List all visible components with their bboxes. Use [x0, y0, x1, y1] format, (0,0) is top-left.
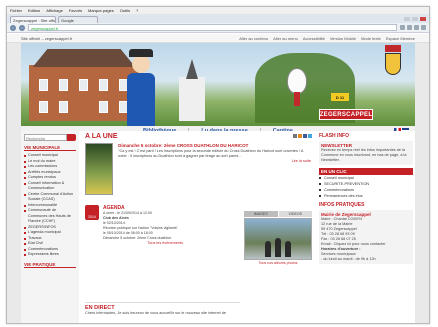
tab-images[interactable]: IMAGES [244, 211, 278, 217]
link-text-mode[interactable]: Mode texte [361, 36, 381, 41]
forward-icon[interactable]: › [19, 24, 25, 31]
flash-info-title: FLASH INFO [319, 133, 349, 139]
maximize-icon[interactable] [412, 17, 418, 21]
road-sign: D 11 [331, 93, 349, 101]
live-text: Chers Internautes, Je suis heureux de vo… [85, 311, 226, 315]
minimize-icon[interactable] [404, 17, 410, 21]
browser-toolbar-icons [400, 25, 426, 30]
menu-edit[interactable]: Edition [28, 8, 40, 13]
menu-file[interactable]: Fichier [10, 8, 22, 13]
menu-tools[interactable]: Outils [120, 8, 130, 13]
window-controls [404, 17, 429, 23]
sidebar-item[interactable]: Expressions libres [24, 252, 76, 258]
gear-icon[interactable] [421, 25, 426, 30]
article-title[interactable]: Dimanche 5 octobre: 2ème CROSS DUATHLON … [118, 143, 311, 148]
star-icon[interactable] [414, 25, 419, 30]
menu-favorites[interactable]: Favoris [69, 8, 82, 13]
media-tabs: IMAGES VIDEOS [244, 211, 312, 217]
header-banner: D 11 ZEGERSCAPPEL [21, 43, 415, 126]
all-albums-link[interactable]: Tous nos albums photos [244, 261, 312, 265]
live-section: EN DIRECT Chers Internautes, Je suis heu… [85, 302, 240, 316]
link-member-area[interactable]: Espace Membre [386, 36, 415, 41]
search-icon[interactable] [400, 25, 405, 30]
all-events-link[interactable]: Tous les événements [103, 241, 183, 245]
official-site-label: Site officiel – zegerscappel.fr [21, 35, 73, 41]
mairie-line: - du lundi au mardi : de 9h à 12h [321, 257, 376, 261]
browser-tab-site[interactable]: Zegerscappel : Site officiel [10, 16, 56, 23]
print-icon[interactable] [293, 134, 297, 138]
quick-link[interactable]: Permanences des élus [319, 193, 413, 199]
sidebar-title-practical: VIE PRATIQUE [24, 262, 76, 268]
sidebar-item[interactable]: Communauté de Communes des Hauts de Flan… [24, 208, 76, 225]
tab-videos[interactable]: VIDEOS [278, 211, 312, 217]
crest-banner [385, 45, 401, 52]
site-topbar: Site officiel – zegerscappel.fr Aller au… [7, 34, 429, 43]
article-excerpt: "Ca y est ! C'est parti ! Les inscriptio… [118, 149, 304, 158]
address-bar: ‹ › zegerscappel.fr [7, 23, 429, 33]
newsletter-box: NEWSLETTER Recevez en temps réel les inf… [319, 141, 413, 165]
link-accessibility[interactable]: Accessibilité [303, 36, 325, 41]
home-icon[interactable] [407, 25, 412, 30]
mairie-box: Mairie de Zegerscappel Maire : Chantal C… [319, 210, 413, 264]
menu-view[interactable]: Affichage [46, 8, 63, 13]
link-mobile[interactable]: Version Mobile [330, 36, 356, 41]
sidebar-item[interactable]: Conseil Information & Communication [24, 181, 76, 192]
photo-album-image[interactable] [244, 218, 312, 260]
headline-article: Dimanche 5 octobre: 2ème CROSS DUATHLON … [85, 143, 311, 195]
rss-icon[interactable] [298, 134, 302, 138]
read-more-link[interactable]: Lire la suite [118, 159, 311, 163]
url-input[interactable]: zegerscappel.fr [28, 24, 397, 31]
main-column: A LA UNE Dimanche 5 octobre: 2ème CROSS … [82, 131, 314, 323]
accessibility-links: Aller au contenu Aller au menu Accessibi… [239, 36, 415, 41]
headline-section-title: A LA UNE [85, 133, 118, 140]
left-sidebar: Recherche VIE MUNICIPALE Conseil municip… [21, 131, 79, 323]
church-image [179, 59, 205, 121]
coat-of-arms-icon[interactable] [385, 53, 401, 75]
page-content: Recherche VIE MUNICIPALE Conseil municip… [21, 131, 415, 323]
town-name-sign[interactable]: ZEGERSCAPPEL [319, 109, 373, 120]
media-widget: IMAGES VIDEOS Tous nos albums photos [244, 211, 312, 265]
menu-bookmarks[interactable]: Marque-pages [88, 8, 114, 13]
monitor-screen: Fichier Edition Affichage Favoris Marque… [6, 6, 430, 324]
facebook-icon[interactable] [303, 134, 307, 138]
twitter-icon[interactable] [308, 134, 312, 138]
share-icons [293, 134, 312, 138]
link-skip-menu[interactable]: Aller au menu [273, 36, 298, 41]
search-box: Recherche [24, 134, 76, 141]
mascot-image [283, 68, 311, 108]
back-icon[interactable]: ‹ [10, 24, 16, 31]
right-sidebar: FLASH INFO NEWSLETTER Recevez en temps r… [317, 131, 415, 323]
duathlon-poster-image[interactable] [85, 143, 114, 195]
search-input[interactable]: Recherche [24, 134, 67, 141]
browser-menubar: Fichier Edition Affichage Favoris Marque… [7, 7, 429, 14]
newsletter-text: Recevez en temps réel les infos importan… [321, 148, 407, 162]
browser-tabbar: Zegerscappel : Site officiel Google [7, 14, 429, 23]
menu-help[interactable]: ? [136, 8, 138, 13]
calendar-icon: 2014 [85, 205, 99, 220]
search-button[interactable] [67, 134, 76, 141]
browser-tab-google[interactable]: Google [58, 16, 98, 23]
practical-info-title: INFOS PRATIQUES [319, 202, 365, 208]
giant-figure-image [123, 47, 159, 126]
close-icon[interactable] [420, 17, 426, 21]
sidebar-title: VIE MUNICIPALE [24, 145, 76, 151]
quick-links-title: EN UN CLIC [319, 168, 413, 175]
sidebar-item[interactable]: Centre Communal d'Action Sociale (CCAS) [24, 192, 76, 203]
link-skip-content[interactable]: Aller au contenu [239, 36, 268, 41]
